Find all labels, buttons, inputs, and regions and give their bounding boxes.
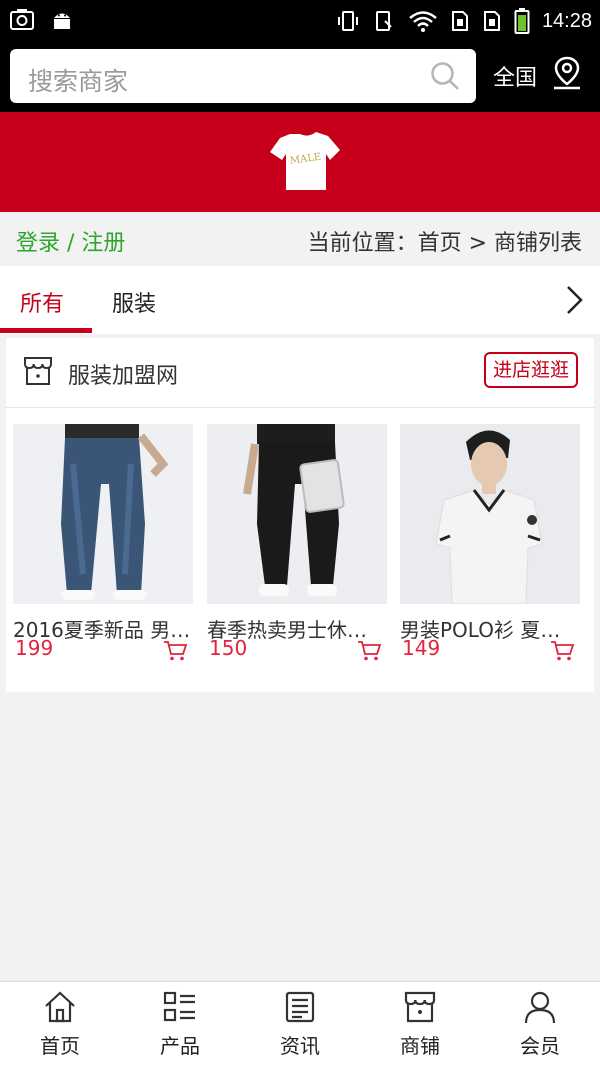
nav-news[interactable]: 资讯	[240, 990, 360, 1059]
tab-all[interactable]: 所有	[20, 286, 64, 318]
nav-products[interactable]: 产品	[120, 990, 240, 1059]
add-to-cart-icon[interactable]	[163, 640, 187, 662]
product-image[interactable]	[13, 424, 193, 604]
nav-label: 商铺	[400, 1034, 440, 1058]
add-to-cart-icon[interactable]	[357, 640, 381, 662]
user-icon	[524, 991, 556, 1024]
product-price: 199	[15, 636, 54, 660]
product-list-icon	[163, 991, 195, 1022]
search-icon[interactable]	[430, 61, 460, 91]
tab-clothing[interactable]: 服装	[112, 286, 156, 318]
shop-header: 服装加盟网 进店逛逛	[6, 338, 594, 408]
search-header: 搜索商家 全国	[0, 40, 600, 112]
shop-card: 服装加盟网 进店逛逛 2016夏季新品 男士修身牛仔裤 199 春季热卖男士休闲…	[6, 338, 594, 692]
battery-saver-icon	[375, 11, 392, 31]
search-placeholder: 搜索商家	[28, 67, 129, 96]
clock: 14:28	[541, 9, 592, 32]
product-card[interactable]: 春季热卖男士休闲裤 150	[207, 424, 387, 661]
wifi-icon	[409, 11, 437, 32]
nav-member[interactable]: 会员	[480, 990, 600, 1059]
chevron-right-icon[interactable]	[564, 284, 586, 316]
location-pin-icon[interactable]	[552, 56, 582, 90]
region-selector[interactable]: 全国	[493, 60, 537, 92]
login-register-link[interactable]: 登录 / 注册	[16, 225, 125, 257]
nav-label: 产品	[160, 1034, 200, 1058]
product-card[interactable]: 2016夏季新品 男士修身牛仔裤 199	[13, 424, 193, 661]
nav-label: 资讯	[280, 1034, 320, 1058]
news-icon	[285, 991, 315, 1023]
active-tab-indicator	[0, 328, 92, 333]
breadcrumb-location: 当前位置：首页 > 商铺列表	[307, 231, 582, 256]
add-to-cart-icon[interactable]	[550, 640, 574, 662]
product-image[interactable]	[207, 424, 387, 604]
nav-shops[interactable]: 商铺	[360, 990, 480, 1059]
vibrate-icon	[337, 11, 358, 31]
search-input[interactable]: 搜索商家	[10, 49, 476, 103]
screenshot-icon	[10, 9, 34, 30]
product-price: 150	[209, 636, 248, 660]
battery-icon	[514, 8, 530, 34]
category-tabs: 所有 服装	[0, 266, 600, 334]
home-icon	[45, 991, 75, 1023]
sim1-icon	[451, 11, 468, 31]
visit-shop-button[interactable]: 进店逛逛	[484, 352, 579, 388]
status-bar: 14:28	[0, 0, 600, 40]
product-image[interactable]	[400, 424, 580, 605]
breadcrumb: 登录 / 注册 当前位置：首页 > 商铺列表	[0, 212, 600, 266]
sim2-icon	[483, 11, 500, 31]
shop-icon	[404, 991, 436, 1023]
bottom-nav: 首页 产品 资讯 商铺 会员	[0, 981, 600, 1067]
nav-label: 首页	[40, 1034, 80, 1058]
tshirt-logo: MALE	[270, 132, 340, 190]
product-price: 149	[402, 636, 441, 660]
store-icon	[24, 357, 52, 385]
product-card[interactable]: 男装POLO衫 夏季短袖 149	[400, 424, 580, 661]
nav-home[interactable]: 首页	[0, 990, 120, 1059]
nav-label: 会员	[520, 1034, 560, 1058]
android-icon	[54, 13, 70, 29]
shop-name: 服装加盟网	[68, 364, 179, 389]
